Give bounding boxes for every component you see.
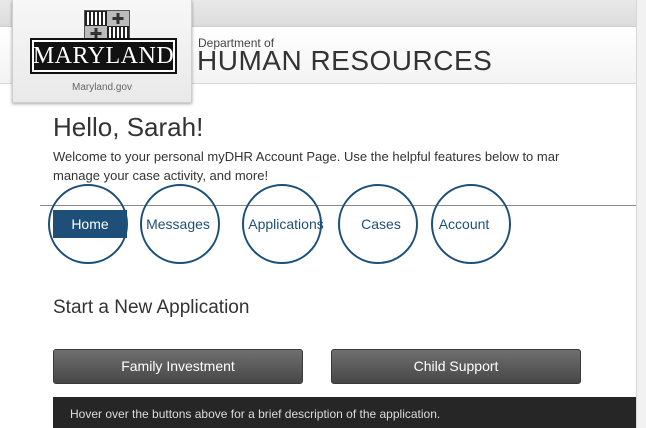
maryland-logo[interactable]: MARYLAND Maryland.gov: [12, 0, 192, 103]
welcome-line-1: Welcome to your personal myDHR Account P…: [53, 149, 560, 164]
tab-home[interactable]: Home: [53, 210, 127, 238]
welcome-line-2: manage your case activity, and more!: [53, 168, 269, 183]
application-description-bar: Hover over the buttons above for a brief…: [53, 397, 636, 428]
tab-messages[interactable]: Messages: [141, 210, 215, 238]
family-investment-button[interactable]: Family Investment: [53, 349, 303, 384]
page-scroll-edge: [636, 0, 646, 428]
department-title: HUMAN RESOURCES: [197, 45, 493, 76]
maryland-wordmark: MARYLAND: [30, 38, 177, 74]
tab-cases[interactable]: Cases: [346, 210, 416, 238]
tab-account[interactable]: Account: [430, 210, 498, 238]
section-title-new-application: Start a New Application: [53, 297, 250, 318]
page-title: Hello, Sarah!: [53, 112, 204, 142]
application-description-text: Hover over the buttons above for a brief…: [70, 407, 441, 421]
welcome-text: Welcome to your personal myDHR Account P…: [53, 147, 636, 187]
maryland-gov-link[interactable]: Maryland.gov: [13, 82, 191, 93]
tab-applications[interactable]: Applications: [244, 210, 328, 238]
tabs-divider: [40, 205, 636, 206]
child-support-button[interactable]: Child Support: [331, 349, 581, 384]
